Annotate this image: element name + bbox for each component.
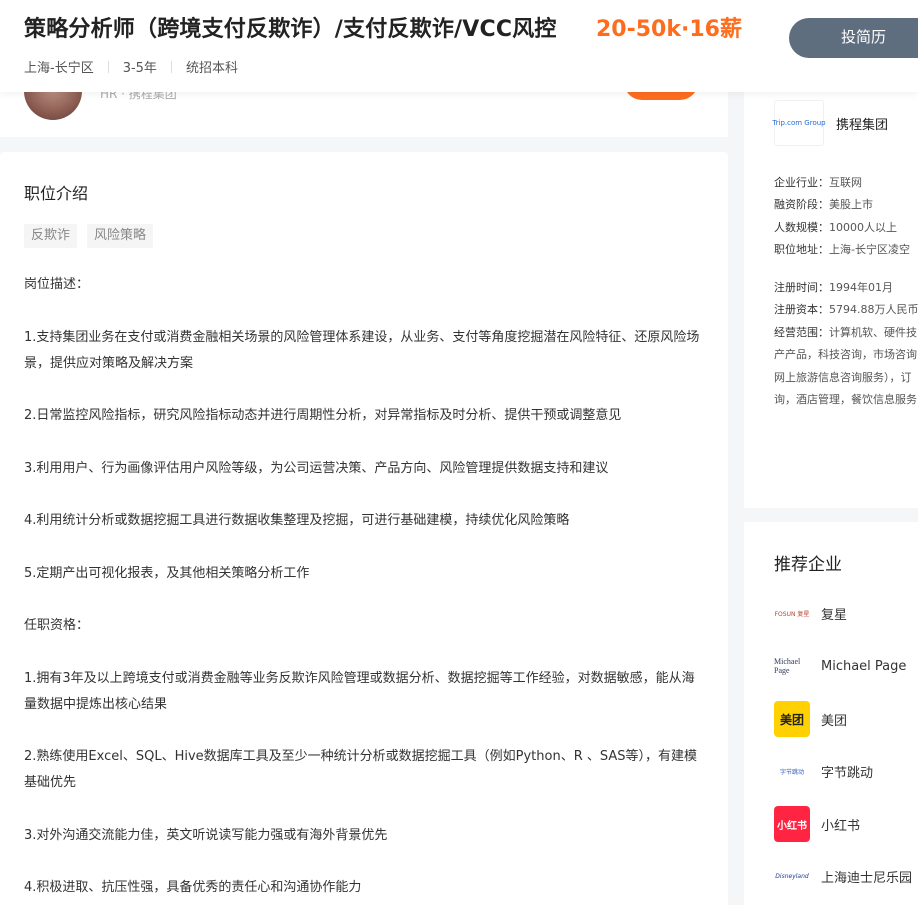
recruiter-avatar[interactable] <box>24 92 82 120</box>
company-size: 人数规模：10000人以上 <box>774 219 897 235</box>
company-stage: 融资阶段：美股上市 <box>774 196 873 212</box>
job-education: 统招本科 <box>185 61 238 76</box>
chat-button[interactable] <box>624 92 698 100</box>
description-line: 2.日常监控风险指标，研究风险指标动态并进行周期性分析，对异常指标及时分析、提供… <box>24 408 622 423</box>
info-label: 企业行业： <box>774 176 829 189</box>
recommended-company[interactable]: 小红书 小红书 <box>774 805 918 843</box>
description-line: 5.定期产出可视化报表，及其他相关策略分析工作 <box>24 565 310 581</box>
scope-line: 网上旅游信息咨询服务），订 <box>774 371 912 384</box>
job-title: 策略分析师（跨境支付反欺诈）/支付反欺诈/VCC风控 <box>24 17 557 42</box>
job-header: 策略分析师（跨境支付反欺诈）/支付反欺诈/VCC风控 20-50k·16薪 上海… <box>0 0 918 92</box>
company-scope: 经营范围：计算机软、硬件技 <box>774 324 917 340</box>
company-name: 美团 <box>821 713 848 729</box>
description-line: 1.支持集团业务在支付或消费金融相关场景的风险管理体系建设，从业务、支付等角度挖… <box>24 329 700 371</box>
description-line: 任职资格： <box>24 618 90 633</box>
info-label: 职位地址： <box>774 243 829 256</box>
description-line: 岗位描述： <box>24 277 90 292</box>
job-experience: 3-5年 <box>122 61 157 76</box>
company-logo: 字节跳动 <box>774 753 810 789</box>
description-line: 4.利用统计分析或数据挖掘工具进行数据收集整理及挖掘，可进行基础建模，持续优化风… <box>24 513 570 528</box>
info-label: 融资阶段： <box>774 198 829 211</box>
info-label: 人数规模： <box>774 221 829 234</box>
recommended-company[interactable]: 字节跳动 字节跳动 <box>774 752 918 790</box>
company-logo: 美团 <box>774 701 810 737</box>
job-tag: 反欺诈 <box>24 224 78 248</box>
description-line: 2.熟练使用Excel、SQL、Hive数据库工具及至少一种统计分析或数据挖掘工… <box>24 749 698 790</box>
recommended-companies: 推荐企业 FOSUN 复星 复星 Michael Page Michael Pa… <box>744 522 918 905</box>
info-value: 计算机软、硬件技 <box>829 326 917 339</box>
salary: 20-50k·16薪 <box>596 17 742 42</box>
company-industry: 企业行业：互联网 <box>774 174 862 190</box>
company-name[interactable]: 携程集团 <box>836 114 888 133</box>
recommended-company[interactable]: Michael Page Michael Page <box>774 647 918 685</box>
scope-line: 产产品，科技咨询，市场咨询 <box>774 348 917 361</box>
company-name: 上海迪士尼乐园 <box>821 870 913 886</box>
job-address: 职位地址：上海-长宁区凌空 <box>774 241 910 257</box>
recommend-title: 推荐企业 <box>774 555 842 575</box>
company-logo: Michael Page <box>774 648 810 684</box>
job-description-card: 职位介绍 反欺诈 风险策略 岗位描述： 1.支持集团业务在支付或消费金融相关场景… <box>0 152 728 905</box>
company-name: 小红书 <box>821 818 861 834</box>
description-line: 1.拥有3年及以上跨境支付或消费金融等业务反欺诈风险管理或数据分析、数据挖掘等工… <box>24 670 695 712</box>
info-value: 互联网 <box>829 176 862 189</box>
company-logo[interactable]: Trip.com Group <box>772 100 826 146</box>
info-value: 1994年01月 <box>829 281 893 294</box>
info-value: 美股上市 <box>829 198 873 211</box>
company-reg-time: 注册时间：1994年01月 <box>774 279 893 295</box>
job-tag: 风险策略 <box>87 224 154 248</box>
recruiter-strip: HR · 携程集团 <box>0 92 728 137</box>
section-title: 职位介绍 <box>24 184 89 203</box>
company-name: 复星 <box>821 607 848 623</box>
recommended-company[interactable]: 美团 美团 <box>774 700 918 738</box>
company-logo: Disneyland <box>774 858 810 894</box>
divider <box>107 60 109 73</box>
recommended-company[interactable]: Disneyland 上海迪士尼乐园 <box>774 857 918 895</box>
job-meta: 上海-长宁区 3-5年 统招本科 <box>24 57 238 76</box>
recruiter-info: HR · 携程集团 <box>100 92 177 101</box>
company-logo: 小红书 <box>774 806 810 842</box>
job-detail-page: HR · 携程集团 策略分析师（跨境支付反欺诈）/支付反欺诈/VCC风控 20-… <box>0 0 918 905</box>
recommended-company[interactable]: FOSUN 复星 复星 <box>774 594 918 632</box>
info-value: 5794.88万人民币 <box>829 303 918 316</box>
company-logo: FOSUN 复星 <box>774 595 810 631</box>
job-location: 上海-长宁区 <box>24 61 94 76</box>
company-card: Trip.com Group 携程集团 企业行业：互联网 融资阶段：美股上市 人… <box>744 92 918 508</box>
description-line: 3.对外沟通交流能力佳，英文听说读写能力强或有海外背景优先 <box>24 827 388 843</box>
info-value: 上海-长宁区凌空 <box>829 243 910 256</box>
scope-line: 询，酒店管理，餐饮信息服务 <box>774 393 917 406</box>
company-name: 字节跳动 <box>821 765 874 781</box>
info-label: 注册时间： <box>774 281 829 294</box>
company-capital: 注册资本：5794.88万人民币 <box>774 301 918 317</box>
info-label: 经营范围： <box>774 326 829 339</box>
company-name: Michael Page <box>821 658 907 674</box>
info-value: 10000人以上 <box>829 221 897 234</box>
job-description: 岗位描述： 1.支持集团业务在支付或消费金融相关场景的风险管理体系建设，从业务、… <box>24 272 704 905</box>
divider <box>170 60 172 73</box>
apply-button[interactable]: 投简历 <box>789 18 918 58</box>
job-tags: 反欺诈 风险策略 <box>24 224 154 248</box>
description-line: 3.利用用户、行为画像评估用户风险等级，为公司运营决策、产品方向、风险管理提供数… <box>24 460 609 476</box>
info-label: 注册资本： <box>774 303 829 316</box>
description-line: 4.积极进取、抗压性强，具备优秀的责任心和沟通协作能力 <box>24 880 362 895</box>
